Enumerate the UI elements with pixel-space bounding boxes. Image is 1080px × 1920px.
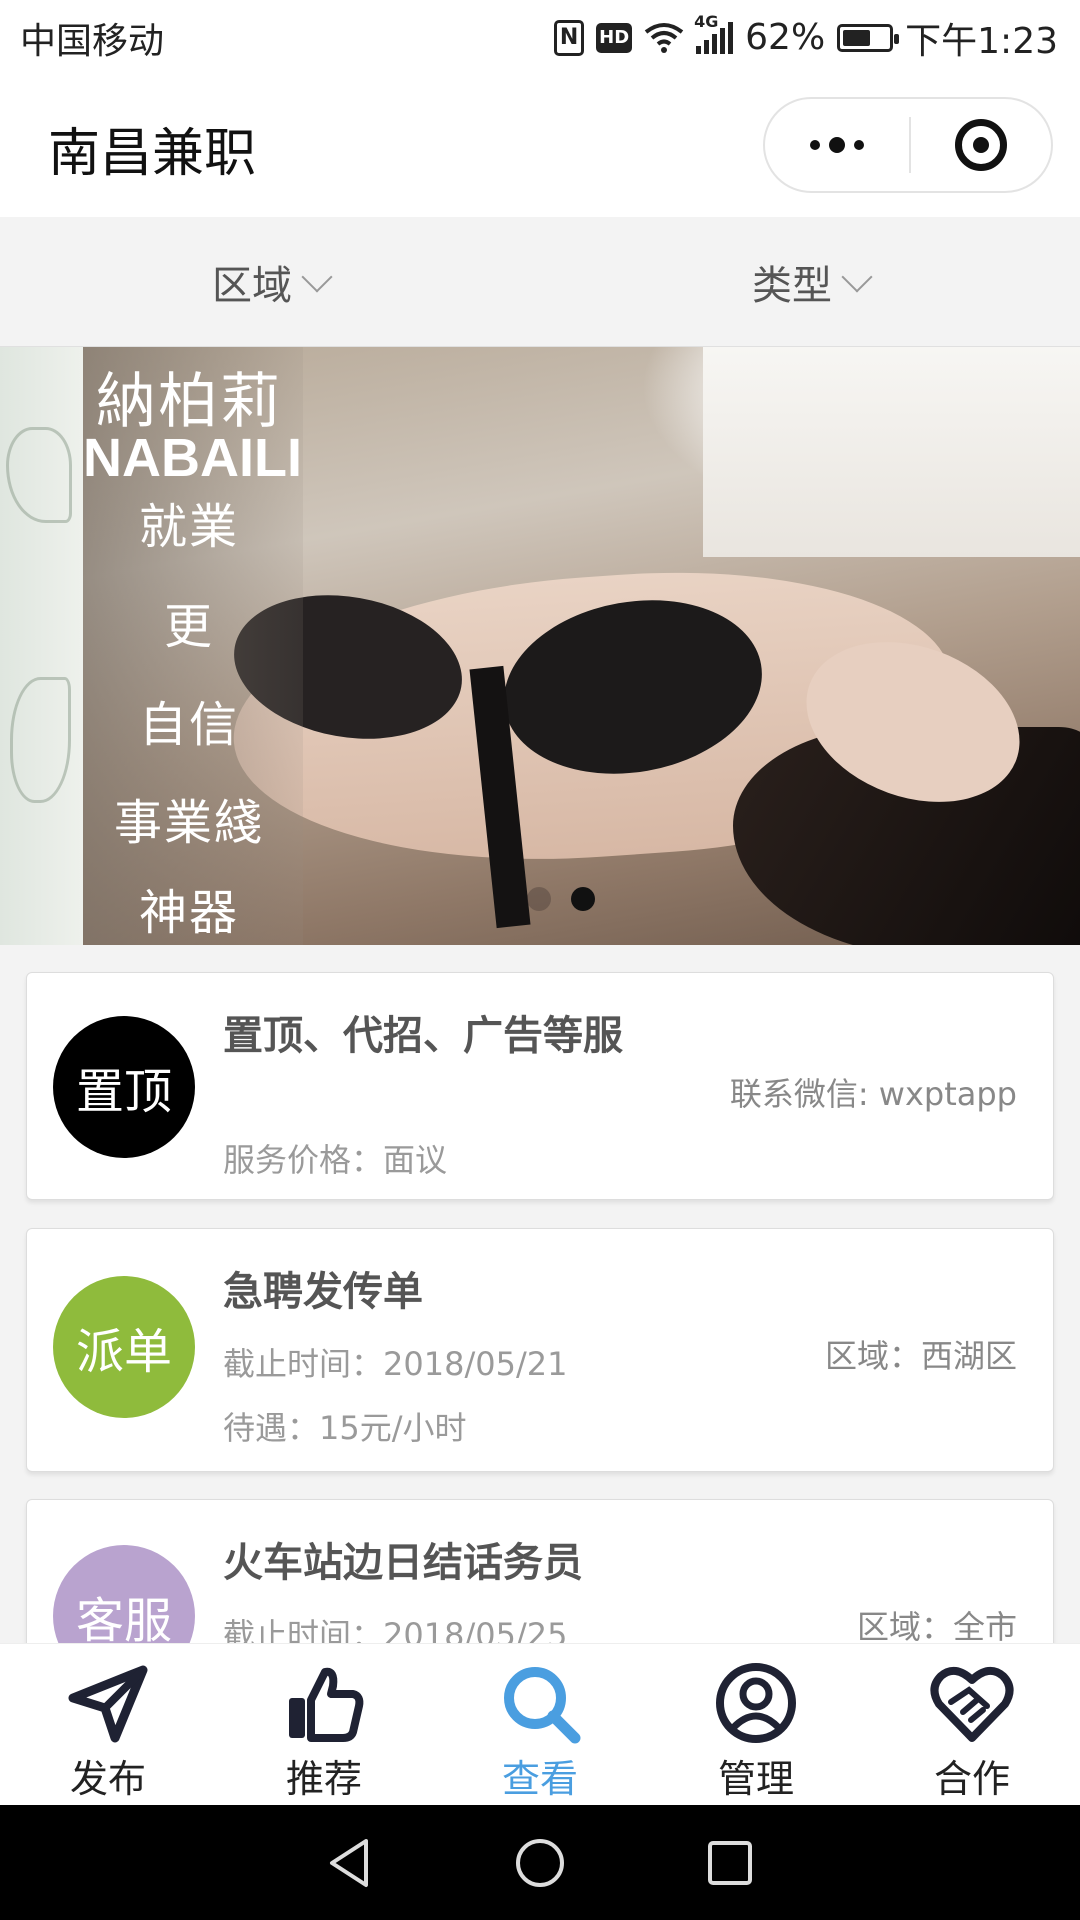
close-mini-program-button[interactable] (911, 99, 1051, 191)
banner-slogan-line: 神器 (138, 885, 239, 941)
nfc-icon: N (554, 19, 585, 56)
job-region: 区域：全市 (856, 1608, 1017, 1646)
tab-label: 查看 (501, 1757, 578, 1801)
dot-icon (854, 140, 864, 150)
carousel-dot[interactable] (527, 887, 551, 911)
banner-brand-en: NABAILI (83, 428, 302, 488)
tab-label: 推荐 (285, 1757, 362, 1801)
back-icon[interactable] (320, 1833, 380, 1893)
job-badge-avatar: 派单 (53, 1276, 195, 1418)
filter-label: 类型 (752, 262, 832, 309)
clock: 下午1:23 (905, 20, 1058, 62)
tab-label: 发布 (69, 1757, 146, 1801)
filter-region[interactable]: 区域 (0, 217, 540, 346)
dot-icon (829, 137, 845, 153)
job-card[interactable]: 派单 急聘发传单 区域：西湖区 截止时间：2018/05/21 待遇：15元/小… (26, 1228, 1054, 1472)
job-region: 区域：西湖区 (824, 1337, 1017, 1375)
status-bar: 中国移动 N HD 4G 62% 下午1:23 (0, 0, 1080, 75)
wifi-icon (644, 22, 684, 53)
job-price: 服务价格：面议 (223, 1141, 448, 1179)
thumbs-up-icon (289, 1667, 364, 1742)
page-title: 南昌兼职 (48, 124, 257, 184)
tab-label: 管理 (717, 1757, 794, 1801)
filter-type[interactable]: 类型 (540, 217, 1080, 346)
send-icon (68, 1665, 148, 1743)
bottom-tab-bar: 发布 推荐 查看 管理 合作 (0, 1643, 1080, 1805)
job-deadline: 截止时间：2018/05/21 (223, 1345, 568, 1383)
mini-program-capsule (763, 97, 1053, 193)
network-type: 4G (694, 11, 719, 31)
tab-label: 合作 (933, 1757, 1010, 1801)
job-title: 火车站边日结话务员 (223, 1540, 583, 1586)
carousel-indicator (527, 887, 595, 911)
search-icon (504, 1667, 581, 1744)
job-title: 置顶、代招、广告等服 (223, 1013, 623, 1059)
filter-bar: 区域 类型 (0, 217, 1080, 347)
job-title: 急聘发传单 (223, 1269, 423, 1315)
job-contact: 联系微信: wxptapp (729, 1075, 1017, 1113)
recents-icon[interactable] (700, 1833, 760, 1893)
status-icons: N HD 4G 62% 下午1:23 (554, 12, 1058, 64)
target-icon (955, 119, 1007, 171)
chevron-down-icon (841, 260, 873, 293)
job-pay: 待遇：15元/小时 (223, 1409, 467, 1447)
banner-slogan-line: 就業 (138, 499, 239, 555)
job-badge-avatar: 置顶 (53, 1016, 195, 1158)
battery-icon (837, 23, 900, 52)
tab-view[interactable]: 查看 (432, 1644, 648, 1805)
banner-slogan-line: 自信 (138, 697, 239, 753)
carrier-name: 中国移动 (20, 20, 165, 62)
system-navigation-bar (0, 1805, 1080, 1920)
tab-recommend[interactable]: 推荐 (216, 1644, 432, 1805)
job-card[interactable]: 置顶 置顶、代招、广告等服 联系微信: wxptapp 服务价格：面议 (26, 972, 1054, 1200)
tab-cooperate[interactable]: 合作 (864, 1644, 1080, 1805)
banner-carousel[interactable]: 納柏莉 NABAILI 就業 更 自信 事業綫 神器 (0, 347, 1080, 945)
carousel-dot-active[interactable] (571, 887, 595, 911)
banner-slogan-line: 更 (163, 599, 214, 655)
handshake-heart-icon (930, 1666, 1014, 1742)
battery-percent: 62% (745, 17, 826, 58)
home-icon[interactable] (510, 1833, 570, 1893)
hd-icon: HD (596, 22, 633, 53)
banner-slogan-line: 事業綫 (113, 795, 264, 851)
previous-slide-peek (0, 347, 83, 945)
user-circle-icon (716, 1663, 796, 1743)
chevron-down-icon (301, 260, 333, 293)
more-menu-button[interactable] (765, 99, 909, 191)
title-bar: 南昌兼职 (0, 75, 1080, 217)
dot-icon (810, 140, 820, 150)
signal-icon: 4G (694, 12, 734, 54)
tab-manage[interactable]: 管理 (648, 1644, 864, 1805)
filter-label: 区域 (212, 262, 292, 309)
tab-publish[interactable]: 发布 (0, 1644, 216, 1805)
